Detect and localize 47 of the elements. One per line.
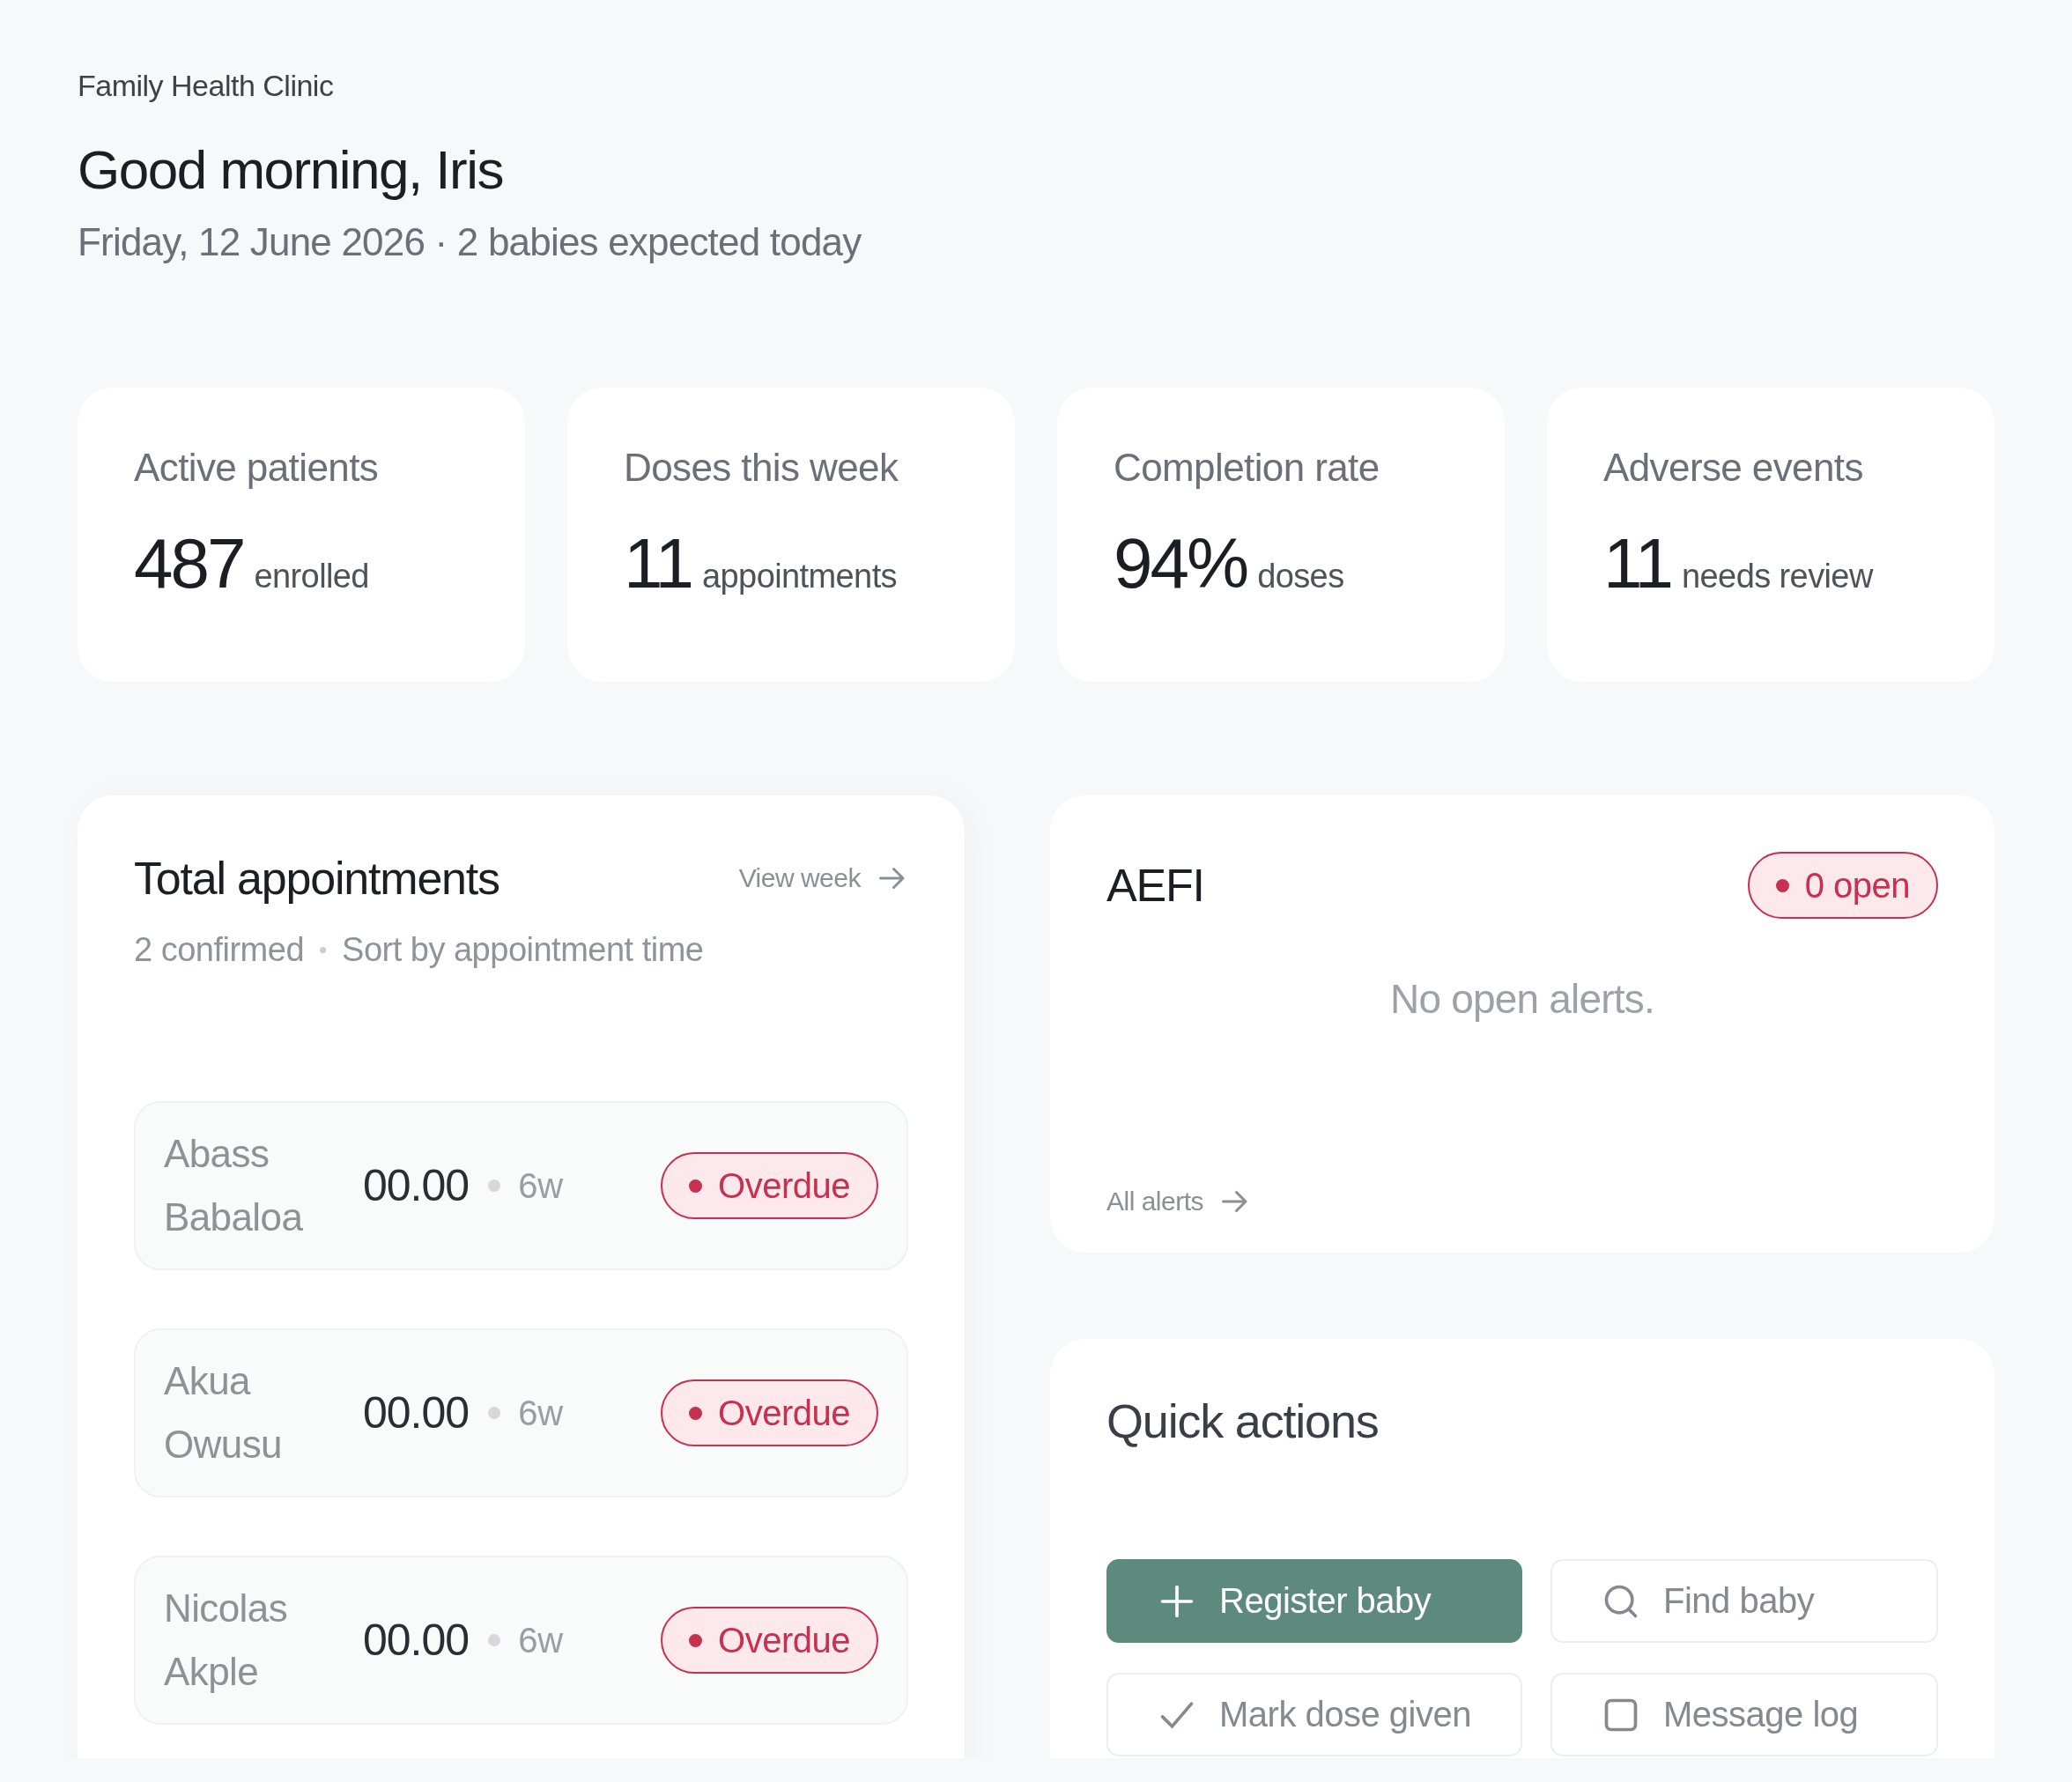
- stat-unit: enrolled: [254, 558, 369, 595]
- stat-label: Adverse events: [1603, 446, 1864, 490]
- appointment-row[interactable]: Nicolas Akple 00.00 6w Overdue: [134, 1556, 908, 1725]
- status-badge: Overdue: [661, 1379, 878, 1446]
- stat-label: Active patients: [134, 446, 380, 490]
- stat-unit: needs review: [1682, 558, 1873, 595]
- patient-age: 6w: [518, 1165, 564, 1206]
- stat-value: 487: [134, 523, 244, 604]
- patient-name: Akua Owusu: [164, 1358, 283, 1468]
- action-button[interactable]: Register baby: [1106, 1559, 1522, 1643]
- stat-unit: doses: [1257, 558, 1344, 595]
- patient-name: Nicolas Akple: [164, 1586, 289, 1695]
- card-title: AEFI: [1106, 859, 1204, 912]
- appointment-time: 00.00: [363, 1387, 470, 1438]
- confirmed-count: 2 confirmed: [134, 931, 305, 969]
- patient-age: 6w: [518, 1620, 564, 1660]
- action-button[interactable]: Mark dose given: [1106, 1673, 1522, 1756]
- card-title: Quick actions: [1106, 1394, 1380, 1448]
- separator-dot: [320, 947, 327, 953]
- stat-value: 94%: [1114, 523, 1247, 604]
- empty-message: No open alerts.: [1389, 975, 1655, 1023]
- card-title: Total appointments: [134, 852, 500, 905]
- separator-dot: [488, 1634, 501, 1646]
- greeting-heading: Good morning, Iris: [78, 138, 504, 201]
- view-week-link[interactable]: View week: [738, 862, 908, 894]
- patient-name: Abass Babaloa: [164, 1131, 304, 1240]
- stat-value: 11: [624, 523, 692, 604]
- date-subtitle: Friday, 12 June 2026 · 2 babies expected today: [78, 220, 862, 264]
- patient-age: 6w: [518, 1393, 564, 1433]
- appointment-time: 00.00: [363, 1615, 470, 1666]
- appointment-time: 00.00: [363, 1160, 470, 1211]
- stat-label: Doses this week: [624, 446, 899, 490]
- sort-label[interactable]: Sort by appointment time: [342, 931, 704, 969]
- appointment-row[interactable]: Akua Owusu 00.00 6w Overdue: [134, 1328, 908, 1497]
- open-count-badge: 0 open: [1747, 852, 1938, 919]
- stat-value: 11: [1603, 523, 1672, 604]
- status-badge: Overdue: [661, 1607, 878, 1674]
- separator-dot: [488, 1407, 501, 1419]
- stat-label: Completion rate: [1114, 446, 1380, 490]
- status-badge: Overdue: [661, 1152, 878, 1219]
- stat-unit: appointments: [702, 558, 897, 595]
- appointment-row[interactable]: Abass Babaloa 00.00 6w Overdue: [134, 1101, 908, 1270]
- action-button[interactable]: Find baby: [1550, 1559, 1938, 1643]
- all-alerts-link[interactable]: All alerts: [1106, 1186, 1938, 1217]
- clinic-name: Family Health Clinic: [78, 69, 335, 103]
- separator-dot: [488, 1179, 501, 1192]
- action-button[interactable]: Message log: [1550, 1673, 1938, 1756]
